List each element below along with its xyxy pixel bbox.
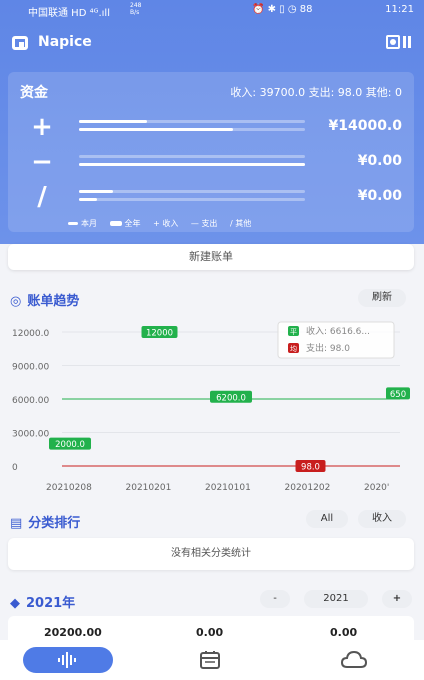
year-other-value: 0.00 bbox=[330, 626, 358, 639]
year-fill bbox=[79, 198, 98, 201]
x-tick-label: 20210101 bbox=[205, 483, 251, 493]
income-row: + ¥14000.0 bbox=[8, 112, 414, 142]
tooltip-expense-tag-text: 均 bbox=[290, 344, 297, 353]
book-icon: ◆ bbox=[10, 596, 20, 611]
x-tick-label: 20201202 bbox=[285, 483, 331, 493]
funds-summary: 收入: 39700.0 支出: 98.0 其他: 0 bbox=[230, 86, 402, 99]
year-fill bbox=[79, 163, 305, 166]
year-value[interactable]: 2021 bbox=[304, 590, 368, 608]
tab-cloud[interactable] bbox=[340, 648, 368, 672]
trend-icon: ◎ bbox=[10, 294, 22, 309]
all-button[interactable]: All bbox=[306, 510, 348, 528]
other-row: / ¥0.00 bbox=[8, 182, 414, 212]
expense-row: − ¥0.00 bbox=[8, 147, 414, 177]
data-label: 650 bbox=[390, 390, 406, 400]
tooltip-income-tag-text: 平 bbox=[290, 328, 297, 336]
month-bar bbox=[79, 120, 305, 123]
new-bill-button[interactable]: 新建账单 bbox=[8, 244, 414, 270]
trend-chart-svg: 12000.0 9000.00 6000.00 3000.00 0 20210208 202… bbox=[12, 321, 410, 493]
list-icon: ▤ bbox=[10, 516, 23, 531]
data-label: 6200.0 bbox=[216, 393, 246, 403]
y-tick-label: 12000.0 bbox=[12, 329, 49, 339]
expense-amount: ¥0.00 bbox=[357, 153, 402, 169]
y-tick-label: 9000.00 bbox=[12, 363, 49, 373]
y-tick-label: 6000.00 bbox=[12, 396, 49, 406]
year-income-value: 20200.00 bbox=[44, 626, 102, 639]
app-logo-icon bbox=[12, 36, 28, 50]
status-bar: 中国联通 HD ⁴ᴳ.ıll 248 B/s ⏰ ✱ ▯ ◷ 88 11:21 bbox=[0, 0, 424, 20]
data-label: 12000 bbox=[146, 329, 173, 339]
carrier-text: 中国联通 HD ⁴ᴳ.ıll bbox=[28, 8, 110, 19]
year-decrement-button[interactable]: - bbox=[260, 590, 290, 608]
cloud-icon bbox=[340, 650, 368, 668]
profile-menu-icon[interactable] bbox=[386, 34, 412, 50]
income-filter-button[interactable]: 收入 bbox=[358, 510, 406, 528]
month-fill bbox=[79, 120, 147, 123]
month-bar bbox=[79, 155, 305, 158]
x-tick-label: 2020' bbox=[364, 483, 389, 493]
y-tick-label: 0 bbox=[12, 463, 18, 473]
app-bar: Napice bbox=[0, 28, 424, 58]
y-tick-label: 3000.00 bbox=[12, 430, 49, 440]
month-fill bbox=[79, 190, 113, 193]
category-section-title: ▤ 分类排行 bbox=[10, 516, 81, 531]
plus-icon: + bbox=[31, 112, 53, 142]
funds-card: 资金 收入: 39700.0 支出: 98.0 其他: 0 + ¥14000.0… bbox=[8, 72, 414, 232]
bottom-tab-bar bbox=[0, 640, 424, 680]
status-icons: ⏰ ✱ ▯ ◷ 88 bbox=[252, 4, 313, 15]
slash-icon: / bbox=[37, 182, 47, 212]
trend-chart: 12000.0 9000.00 6000.00 3000.00 0 20210208 202… bbox=[0, 318, 424, 498]
minus-icon: − bbox=[31, 147, 53, 177]
tooltip-expense: 支出: 98.0 bbox=[306, 342, 350, 354]
funds-title: 资金 bbox=[20, 85, 48, 101]
tab-calendar[interactable] bbox=[198, 648, 222, 672]
year-increment-button[interactable]: + bbox=[382, 590, 412, 608]
waveform-icon bbox=[58, 652, 76, 668]
calendar-icon bbox=[200, 651, 220, 669]
year-bar bbox=[79, 128, 305, 131]
x-tick-label: 20210208 bbox=[46, 483, 92, 493]
other-amount: ¥0.00 bbox=[357, 188, 402, 204]
year-expense-value: 0.00 bbox=[196, 626, 224, 639]
year-fill bbox=[79, 128, 233, 131]
tab-stats[interactable] bbox=[23, 647, 113, 673]
year-bar bbox=[79, 198, 305, 201]
app-title: Napice bbox=[38, 34, 92, 50]
year-bar bbox=[79, 163, 305, 166]
clock: 11:21 bbox=[385, 4, 414, 15]
tooltip-income: 收入: 6616.6... bbox=[306, 325, 370, 337]
funds-legend: 本月 全年 + 收入 — 支出 / 其他 bbox=[68, 218, 261, 229]
data-label: 2000.0 bbox=[55, 440, 85, 450]
trend-section-title: ◎ 账单趋势 bbox=[10, 294, 80, 309]
data-label: 98.0 bbox=[301, 463, 320, 473]
year-section-title: ◆ 2021年 bbox=[10, 596, 76, 611]
network-speed: 248 B/s bbox=[130, 2, 142, 16]
category-empty-state: 没有相关分类统计 bbox=[8, 538, 414, 570]
income-amount: ¥14000.0 bbox=[328, 118, 402, 134]
x-tick-label: 20210201 bbox=[126, 483, 172, 493]
refresh-button[interactable]: 刷新 bbox=[358, 289, 406, 307]
month-bar bbox=[79, 190, 305, 193]
